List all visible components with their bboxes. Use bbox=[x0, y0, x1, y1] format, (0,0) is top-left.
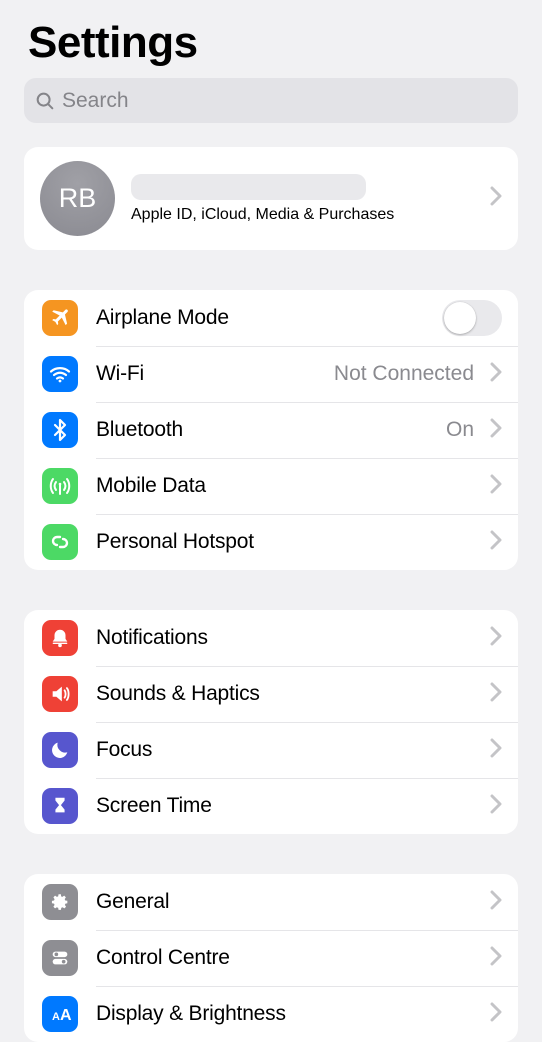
speaker-icon bbox=[42, 676, 78, 712]
bluetooth-icon bbox=[42, 412, 78, 448]
chevron-right-icon bbox=[490, 474, 502, 499]
chevron-right-icon bbox=[490, 1002, 502, 1027]
row-label: Focus bbox=[96, 738, 152, 762]
display-brightness-row[interactable]: AA Display & Brightness bbox=[24, 986, 518, 1042]
row-label: Notifications bbox=[96, 626, 208, 650]
focus-row[interactable]: Focus bbox=[24, 722, 518, 778]
chevron-right-icon bbox=[490, 946, 502, 971]
antenna-icon bbox=[42, 468, 78, 504]
chevron-right-icon bbox=[490, 362, 502, 387]
search-placeholder: Search bbox=[62, 89, 129, 113]
chevron-right-icon bbox=[490, 738, 502, 763]
chevron-right-icon bbox=[490, 682, 502, 707]
notifications-row[interactable]: Notifications bbox=[24, 610, 518, 666]
chevron-right-icon bbox=[490, 890, 502, 915]
chevron-right-icon bbox=[490, 794, 502, 819]
row-label: Airplane Mode bbox=[96, 306, 229, 330]
row-label: Personal Hotspot bbox=[96, 530, 254, 554]
row-label: Bluetooth bbox=[96, 418, 183, 442]
row-label: Display & Brightness bbox=[96, 1002, 286, 1026]
avatar: RB bbox=[40, 161, 115, 236]
wifi-icon bbox=[42, 356, 78, 392]
airplane-icon bbox=[42, 300, 78, 336]
row-label: Mobile Data bbox=[96, 474, 206, 498]
page-title: Settings bbox=[0, 0, 542, 78]
text-size-icon: AA bbox=[42, 996, 78, 1032]
svg-text:A: A bbox=[60, 1007, 72, 1024]
gear-icon bbox=[42, 884, 78, 920]
bluetooth-row[interactable]: Bluetooth On bbox=[24, 402, 518, 458]
personal-hotspot-row[interactable]: Personal Hotspot bbox=[24, 514, 518, 570]
row-label: Screen Time bbox=[96, 794, 212, 818]
general-row[interactable]: General bbox=[24, 874, 518, 930]
account-name-redacted bbox=[131, 174, 366, 200]
bell-icon bbox=[42, 620, 78, 656]
control-centre-row[interactable]: Control Centre bbox=[24, 930, 518, 986]
search-icon bbox=[34, 90, 56, 112]
chevron-right-icon bbox=[490, 626, 502, 651]
wifi-detail: Not Connected bbox=[334, 362, 474, 386]
hourglass-icon bbox=[42, 788, 78, 824]
chevron-right-icon bbox=[490, 186, 502, 211]
screen-time-row[interactable]: Screen Time bbox=[24, 778, 518, 834]
toggles-icon bbox=[42, 940, 78, 976]
sounds-row[interactable]: Sounds & Haptics bbox=[24, 666, 518, 722]
account-subtitle: Apple ID, iCloud, Media & Purchases bbox=[131, 206, 482, 224]
bluetooth-detail: On bbox=[446, 418, 474, 442]
row-label: Wi-Fi bbox=[96, 362, 144, 386]
mobile-data-row[interactable]: Mobile Data bbox=[24, 458, 518, 514]
search-input[interactable]: Search bbox=[24, 78, 518, 123]
chevron-right-icon bbox=[490, 530, 502, 555]
row-label: Sounds & Haptics bbox=[96, 682, 260, 706]
moon-icon bbox=[42, 732, 78, 768]
wifi-row[interactable]: Wi-Fi Not Connected bbox=[24, 346, 518, 402]
row-label: Control Centre bbox=[96, 946, 230, 970]
hotspot-icon bbox=[42, 524, 78, 560]
airplane-mode-row[interactable]: Airplane Mode bbox=[24, 290, 518, 346]
airplane-toggle[interactable] bbox=[442, 300, 502, 336]
apple-id-row[interactable]: RB Apple ID, iCloud, Media & Purchases bbox=[24, 147, 518, 250]
row-label: General bbox=[96, 890, 169, 914]
chevron-right-icon bbox=[490, 418, 502, 443]
svg-text:A: A bbox=[52, 1011, 60, 1023]
